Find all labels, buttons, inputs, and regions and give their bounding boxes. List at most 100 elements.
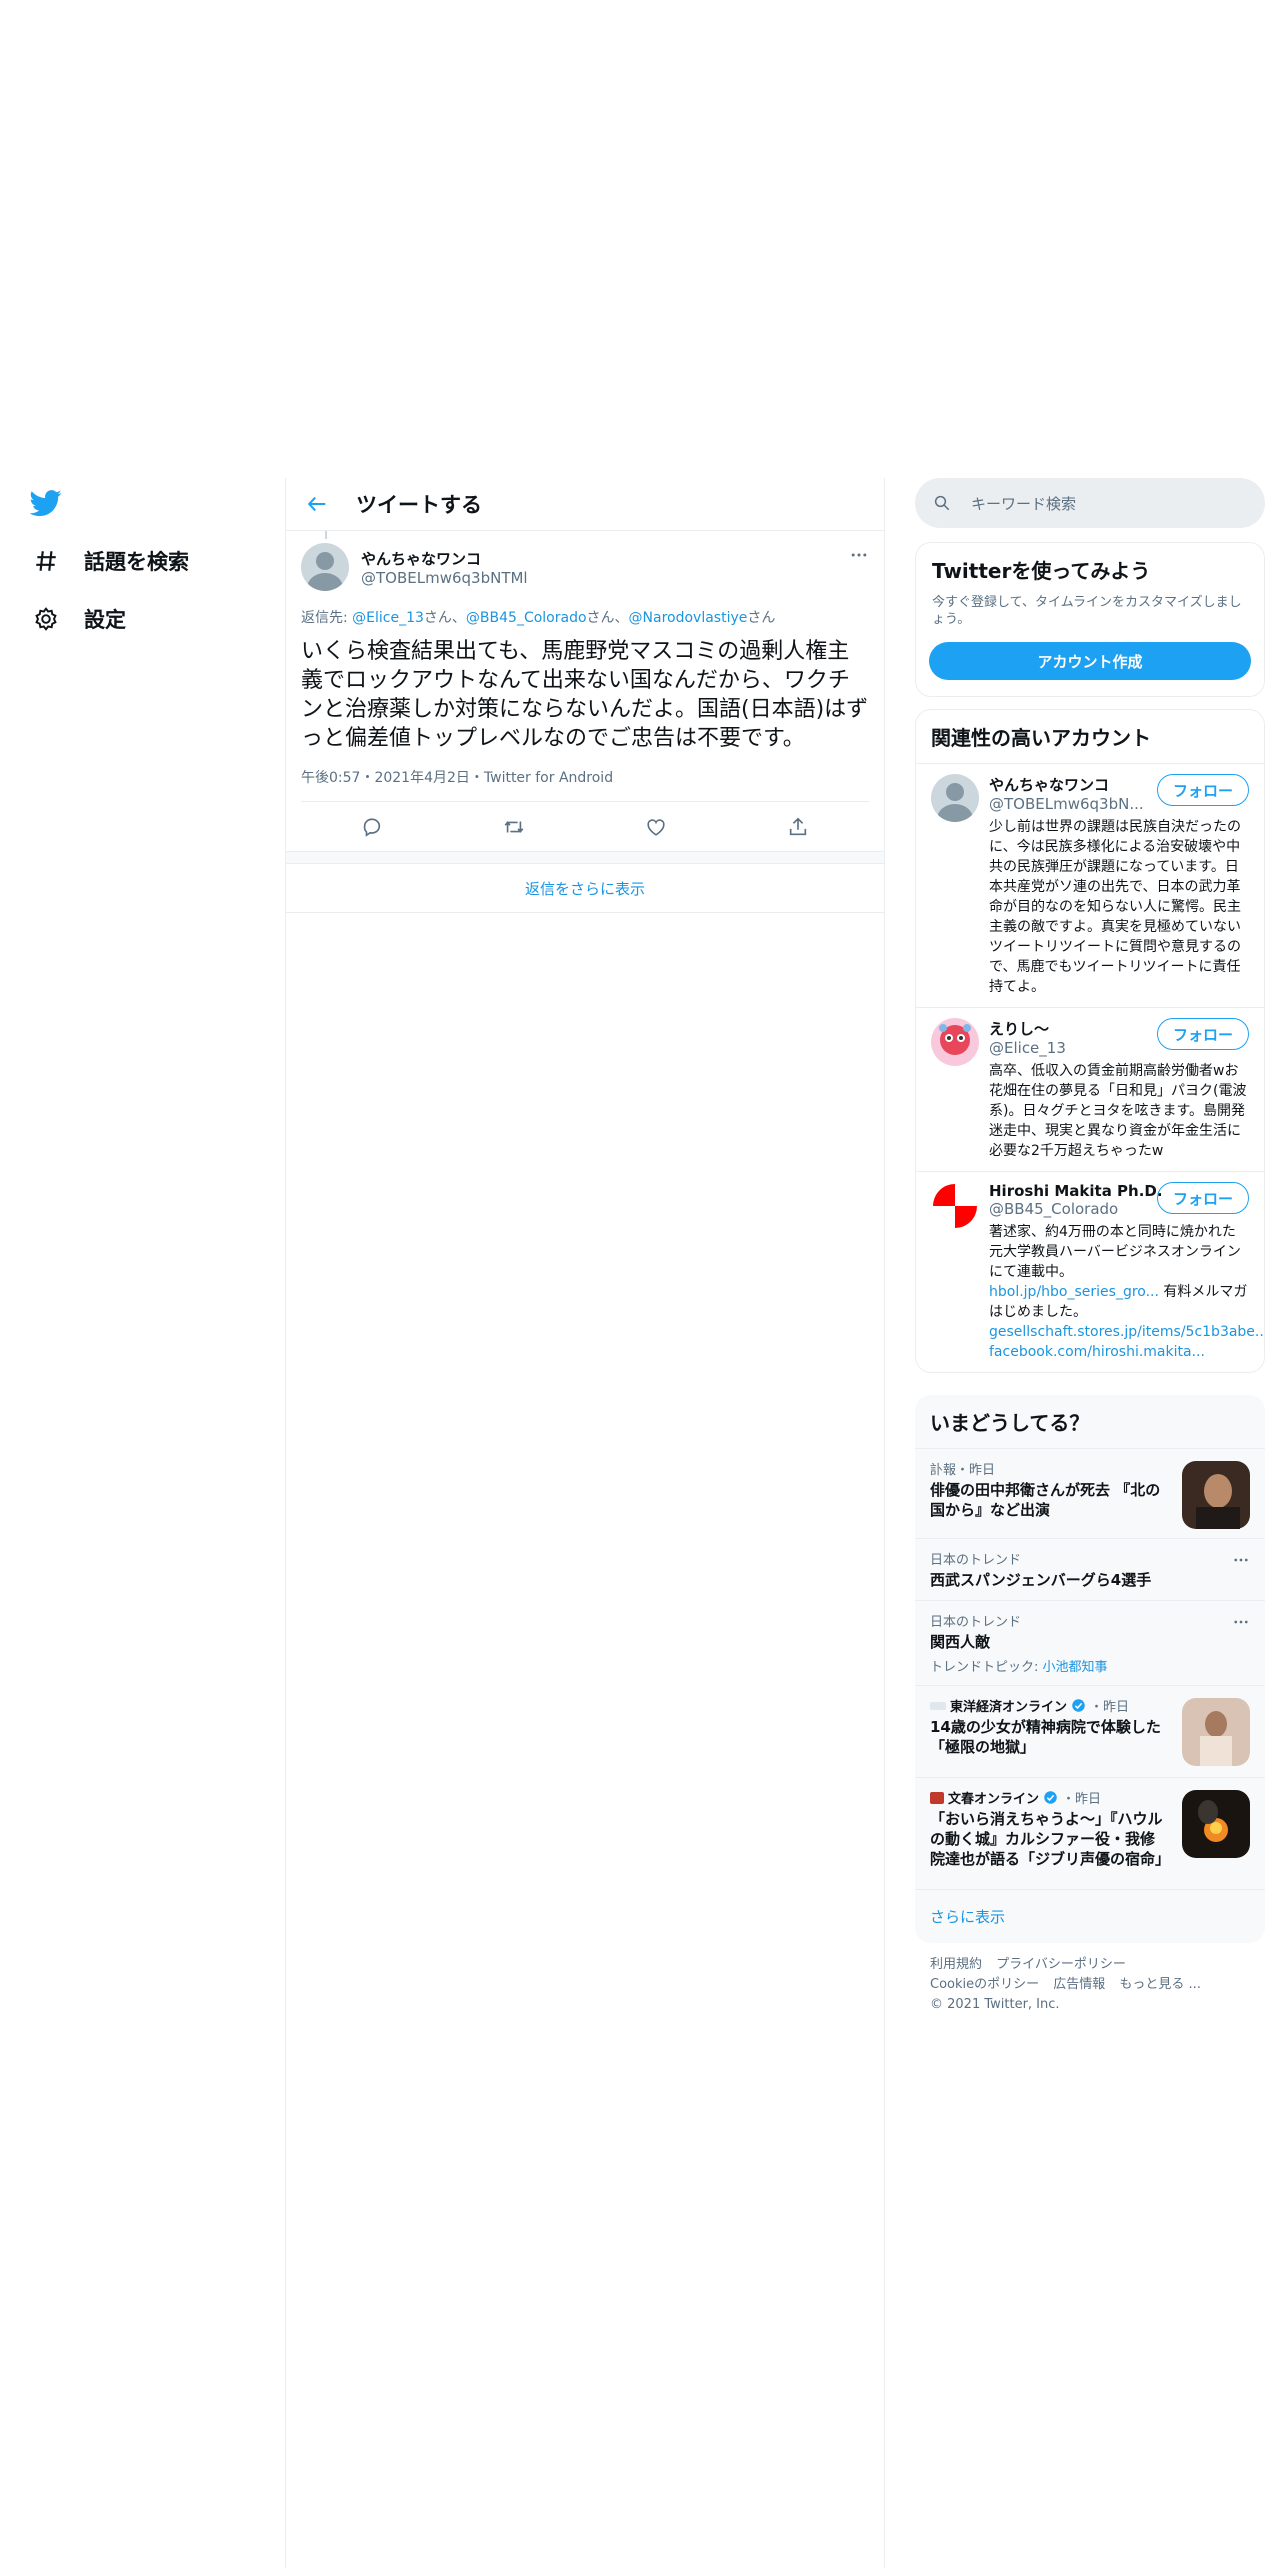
share-icon[interactable] [787,816,809,838]
nav-settings[interactable]: 設定 [30,599,126,639]
follow-button[interactable]: フォロー [1156,1018,1249,1050]
back-arrow-icon[interactable] [306,493,328,515]
source-logo-icon [930,1791,944,1804]
account-item[interactable]: Hiroshi Makita Ph.D. @BB45_Colorado フォロー… [916,1171,1264,1372]
tweet-actions [301,801,869,851]
trend-title: 西武スパンジェンバーグら4選手 [930,1571,1152,1589]
reply-to-suffix: さん [747,610,776,626]
bio-link[interactable]: gesellschaft.stores.jp/items/5c1b3abe... [989,1324,1264,1340]
more-icon[interactable] [1232,1613,1250,1631]
show-more-replies-button[interactable]: 返信をさらに表示 [286,863,884,913]
trend-item[interactable]: 日本のトレンド 関西人敵 トレンドトピック: 小池都知事 [915,1600,1265,1685]
hashtag-icon [30,545,62,577]
trend-topic: トレンドトピック: 小池都知事 [930,1656,1250,1675]
reply-to-suffix: さん、 [423,610,466,626]
page-title: ツイートする [356,493,482,517]
footer-link[interactable]: 広告情報 [1053,1977,1105,1992]
account-name: やんちゃなワンコ [989,776,1110,794]
trend-item[interactable]: 日本のトレンド 西武スパンジェンバーグら4選手 [915,1538,1265,1600]
related-accounts-card: 関連性の高いアカウント やんちゃなワンコ @TOBELmw6q3bN... フォ… [915,709,1265,1373]
trend-meta: 日本のトレンド [930,1553,1022,1568]
trend-title: 関西人敵 [930,1633,991,1651]
search-icon [933,494,951,512]
trend-topic-link[interactable]: 小池都知事 [1043,1660,1108,1675]
trend-when: ・昨日 [1062,1792,1102,1807]
footer-link[interactable]: Cookieのポリシー [930,1977,1039,1992]
tweet-text: いくら検査結果出ても、馬鹿野党マスコミの過剰人権主義でロックアウトなんて出来ない… [301,639,869,751]
signup-card: Twitterを使ってみよう 今すぐ登録して、タイムラインをカスタマイズしましょ… [915,542,1265,697]
search-input[interactable]: キーワード検索 [915,478,1265,528]
reply-icon[interactable] [361,816,383,838]
avatar[interactable] [931,1182,979,1230]
account-item[interactable]: やんちゃなワンコ @TOBELmw6q3bN... フォロー 少し前は世界の課題… [916,763,1264,1007]
tweet-timestamp[interactable]: 午後0:57・2021年4月2日・Twitter for Android [301,767,869,801]
reply-to-prefix: 返信先: [301,610,353,626]
bio-link[interactable]: hbol.jp/hbo_series_gro... [989,1284,1159,1300]
tweet-author-name[interactable]: やんちゃなワンコ [361,548,837,569]
section-divider [286,851,884,863]
bio-link[interactable]: facebook.com/hiroshi.makita... [989,1344,1205,1360]
sidebar: キーワード検索 Twitterを使ってみよう 今すぐ登録して、タイムラインをカス… [915,478,1265,2027]
twitter-logo-icon[interactable] [30,487,62,519]
trend-topic-label: トレンドトピック: [930,1660,1043,1675]
main-header: ツイートする [286,478,884,531]
footer-link[interactable]: プライバシーポリシー [996,1957,1126,1972]
retweet-icon[interactable] [503,816,525,838]
reply-to-suffix: さん、 [586,610,629,626]
account-bio: 著述家、約4万冊の本と同時に焼かれた元大学教員ハーバービジネスオンラインにて連載… [989,1222,1264,1362]
avatar[interactable] [931,1018,979,1066]
trend-item[interactable]: 文春オンライン ・昨日 「おいら消えちゃうよ～」『ハウルの動く城』カルシファー役… [915,1777,1265,1889]
signup-desc: 今すぐ登録して、タイムラインをカスタマイズしましょう。 [932,595,1242,627]
verified-icon [1071,1698,1086,1713]
footer: 利用規約 プライバシーポリシー Cookieのポリシー 広告情報 もっと見る .… [915,1943,1265,2027]
tweet: やんちゃなワンコ @TOBELmw6q3bNTMl 返信先: @Elice_13… [286,531,884,851]
account-handle: @BB45_Colorado [989,1200,1119,1218]
trend-meta: 日本のトレンド [930,1615,1022,1630]
main-column: ツイートする やんちゃなワンコ @TOBELmw6q3bNTMl 返信先: @E… [285,478,885,2568]
reply-to-link[interactable]: @Narodovlastiye [629,610,748,626]
account-name: Hiroshi Makita Ph.D. [989,1182,1163,1200]
account-bio-text: 著述家、約4万冊の本と同時に焼かれた元大学教員ハーバービジネスオンラインにて連載… [989,1224,1241,1280]
reply-to-link[interactable]: @BB45_Colorado [466,610,587,626]
trends-card: いまどうしてる？ 訃報・昨日 俳優の田中邦衛さんが死去 『北の国から』など出演 … [915,1395,1265,1943]
reply-to: 返信先: @Elice_13さん、@BB45_Coloradoさん、@Narod… [301,607,869,627]
nav-settings-label: 設定 [84,608,126,632]
avatar[interactable] [301,543,349,591]
trends-title: いまどうしてる？ [930,1411,1090,1435]
trend-source: 文春オンライン [948,1792,1040,1807]
account-bio: 高卒、低収入の賃金前期高齢労働者wお花畑在住の夢見る「日和見」パヨク(電波系)。… [989,1063,1247,1159]
account-handle: @TOBELmw6q3bN... [989,795,1144,813]
nav-explore[interactable]: 話題を検索 [30,541,189,581]
verified-icon [1043,1790,1058,1805]
signup-title: Twitterを使ってみよう [932,559,1151,583]
trend-thumbnail [1182,1790,1250,1858]
related-title: 関連性の高いアカウント [931,726,1151,750]
reply-to-link[interactable]: @Elice_13 [352,610,424,626]
search-placeholder: キーワード検索 [971,494,1077,513]
account-item[interactable]: えりし～ @Elice_13 フォロー 高卒、低収入の賃金前期高齢労働者wお花畑… [916,1007,1264,1171]
follow-button[interactable]: フォロー [1156,1182,1249,1214]
more-icon[interactable] [1232,1551,1250,1569]
like-icon[interactable] [645,816,667,838]
thread-line [325,531,327,539]
footer-link[interactable]: 利用規約 [930,1957,982,1972]
gear-icon [30,603,62,635]
trend-item[interactable]: 訃報・昨日 俳優の田中邦衛さんが死去 『北の国から』など出演 [915,1448,1265,1538]
tweet-author-handle[interactable]: @TOBELmw6q3bNTMl [361,569,837,587]
account-name: えりし～ [989,1020,1050,1038]
trend-item[interactable]: 東洋経済オンライン ・昨日 14歳の少女が精神病院で体験した「極限の地獄」 [915,1685,1265,1777]
show-more-trends-button[interactable]: さらに表示 [915,1889,1265,1943]
more-icon[interactable] [849,545,869,565]
follow-button[interactable]: フォロー [1156,774,1249,806]
trend-when: ・昨日 [1090,1700,1130,1715]
trend-thumbnail [1182,1698,1250,1766]
copyright: © 2021 Twitter, Inc. [930,1997,1060,2012]
account-bio: 少し前は世界の課題は民族自決だったのに、今は民族多様化による治安破壊や中共の民族… [989,819,1241,995]
avatar[interactable] [931,774,979,822]
trend-thumbnail [1182,1461,1250,1529]
footer-link[interactable]: もっと見る ... [1119,1977,1201,1992]
source-logo-icon [930,1701,946,1710]
account-handle: @Elice_13 [989,1039,1066,1057]
nav-explore-label: 話題を検索 [84,550,189,574]
create-account-button[interactable]: アカウント作成 [929,642,1251,680]
